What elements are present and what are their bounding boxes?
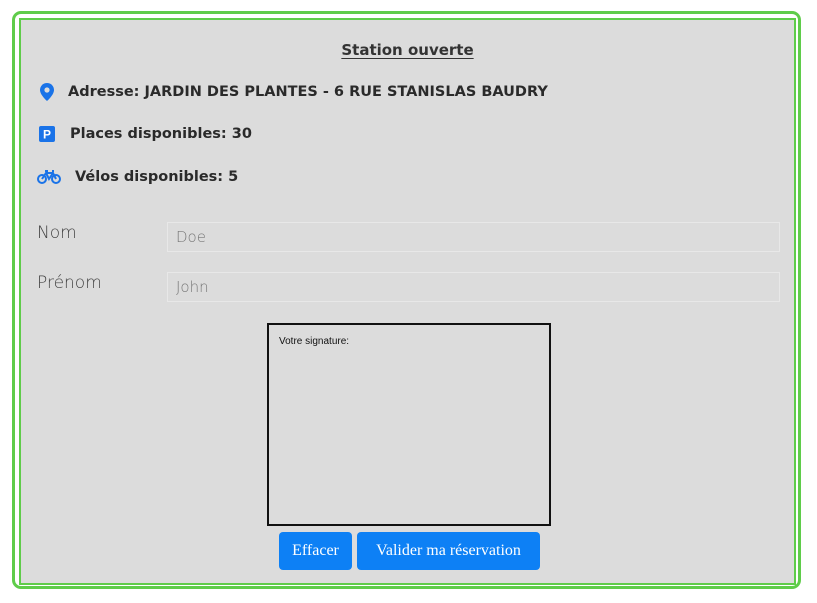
- signature-canvas[interactable]: Votre signature:: [267, 323, 551, 526]
- submit-reservation-button[interactable]: Valider ma réservation: [357, 532, 540, 570]
- map-marker-icon: [37, 82, 57, 102]
- prenom-label: Prénom: [37, 273, 102, 293]
- signature-label: Votre signature:: [279, 336, 350, 347]
- station-panel: Station ouverte Adresse: JARDIN DES PLAN…: [19, 18, 796, 585]
- svg-text:P: P: [43, 128, 51, 142]
- places-text: Places disponibles: 30: [70, 126, 252, 142]
- bicycle-icon: [37, 167, 61, 187]
- nom-label: Nom: [37, 223, 77, 243]
- places-row: P Places disponibles: 30: [37, 124, 252, 144]
- address-text: Adresse: JARDIN DES PLANTES - 6 RUE STAN…: [68, 84, 548, 100]
- parking-icon: P: [37, 124, 57, 144]
- address-row: Adresse: JARDIN DES PLANTES - 6 RUE STAN…: [37, 82, 548, 102]
- clear-button[interactable]: Effacer: [279, 532, 352, 570]
- bikes-row: Vélos disponibles: 5: [37, 167, 238, 187]
- station-status-title: Station ouverte: [341, 41, 474, 59]
- nom-input[interactable]: [167, 222, 780, 252]
- prenom-input[interactable]: [167, 272, 780, 302]
- bikes-text: Vélos disponibles: 5: [75, 169, 239, 185]
